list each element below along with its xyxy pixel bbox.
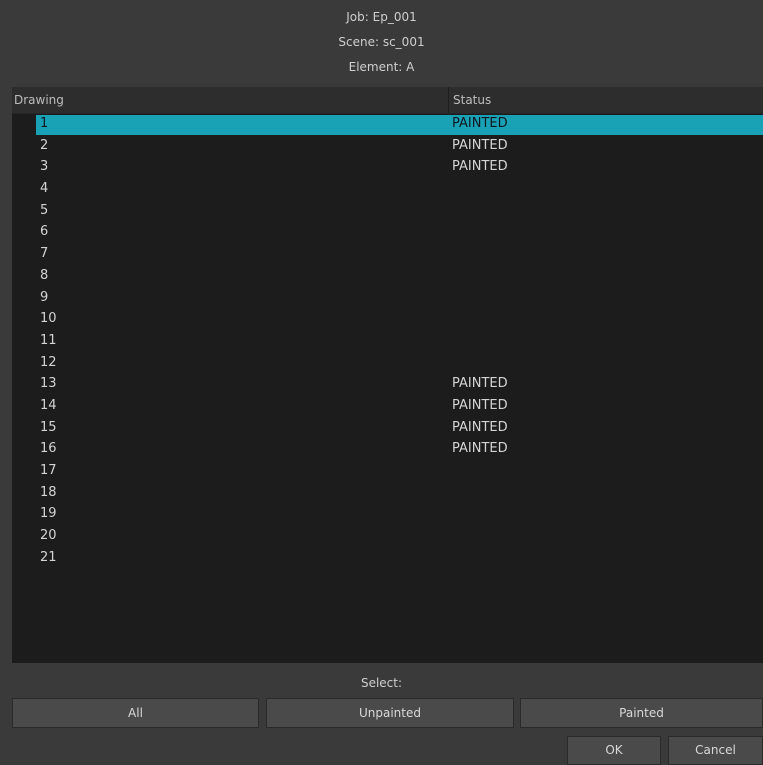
table-row[interactable]: 4 <box>12 179 763 201</box>
drawing-cell: 10 <box>40 311 57 327</box>
element-label: Element: A <box>348 60 415 74</box>
status-cell: PAINTED <box>452 441 508 457</box>
table-row[interactable]: 11 <box>12 331 763 353</box>
drawing-cell: 12 <box>40 354 57 370</box>
table-row[interactable]: 20 <box>12 526 763 548</box>
table-row[interactable]: 2 PAINTED <box>12 136 763 158</box>
table-row[interactable]: 12 <box>12 353 763 375</box>
drawing-cell: 20 <box>40 528 57 544</box>
table-row[interactable]: 21 <box>12 548 763 570</box>
table-row[interactable]: 18 <box>12 483 763 505</box>
status-cell: PAINTED <box>452 419 508 435</box>
table-row[interactable]: 16 PAINTED <box>12 439 763 461</box>
scene-label: Scene: sc_001 <box>338 35 425 49</box>
drawing-cell: 5 <box>40 202 49 218</box>
job-label: Job: Ep_001 <box>346 10 417 24</box>
column-headers: Drawing Status <box>12 87 763 114</box>
drawing-list[interactable]: Drawing Status 1 PAINTED 2 PAINTED 3 PAINTED 4… <box>12 87 763 663</box>
drawing-cell: 14 <box>40 397 57 413</box>
table-row[interactable]: 14 PAINTED <box>12 396 763 418</box>
table-row[interactable]: 8 <box>12 266 763 288</box>
column-header-drawing[interactable]: Drawing <box>14 87 444 113</box>
list-rows: 1 PAINTED 2 PAINTED 3 PAINTED 4 5 6 7 8 9 10 11 12 13 PA… <box>12 114 763 569</box>
table-row[interactable]: 17 <box>12 461 763 483</box>
table-row[interactable]: 1 PAINTED <box>12 114 763 136</box>
status-cell: PAINTED <box>452 116 508 131</box>
table-row[interactable]: 15 PAINTED <box>12 418 763 440</box>
drawing-cell: 21 <box>40 549 57 565</box>
table-row[interactable]: 10 <box>12 309 763 331</box>
table-row[interactable]: 9 <box>12 288 763 310</box>
table-row[interactable]: 6 <box>12 222 763 244</box>
drawing-cell: 8 <box>40 267 49 283</box>
drawing-cell: 19 <box>40 506 57 522</box>
select-all-button[interactable]: All <box>12 698 259 728</box>
drawing-cell: 6 <box>40 224 49 240</box>
table-row[interactable]: 19 <box>12 504 763 526</box>
table-row[interactable]: 3 PAINTED <box>12 157 763 179</box>
cancel-button[interactable]: Cancel <box>668 736 763 765</box>
drawing-cell: 17 <box>40 463 57 478</box>
drawing-cell: 11 <box>40 332 57 348</box>
drawing-cell: 4 <box>40 181 49 197</box>
table-row[interactable]: 7 <box>12 244 763 266</box>
status-cell: PAINTED <box>452 397 508 413</box>
table-row[interactable]: 5 <box>12 201 763 223</box>
selection-highlight <box>36 115 763 135</box>
drawing-cell: 7 <box>40 246 49 262</box>
status-cell: PAINTED <box>452 137 508 153</box>
status-cell: PAINTED <box>452 159 508 175</box>
select-painted-button[interactable]: Painted <box>520 698 763 728</box>
table-row[interactable]: 13 PAINTED <box>12 374 763 396</box>
drawing-cell: 16 <box>40 441 57 457</box>
drawing-cell: 18 <box>40 484 57 500</box>
dialog-header: Job: Ep_001 Scene: sc_001 Element: A <box>0 0 763 84</box>
select-label: Select: <box>360 676 403 690</box>
select-unpainted-button[interactable]: Unpainted <box>266 698 514 728</box>
ok-button[interactable]: OK <box>567 736 661 765</box>
drawing-cell: 15 <box>40 419 57 435</box>
drawing-cell: 13 <box>40 376 57 392</box>
drawing-cell: 1 <box>40 116 49 131</box>
drawing-cell: 2 <box>40 137 49 153</box>
status-cell: PAINTED <box>452 376 508 392</box>
drawing-cell: 3 <box>40 159 49 175</box>
column-header-status[interactable]: Status <box>448 87 753 113</box>
drawing-cell: 9 <box>40 289 49 305</box>
